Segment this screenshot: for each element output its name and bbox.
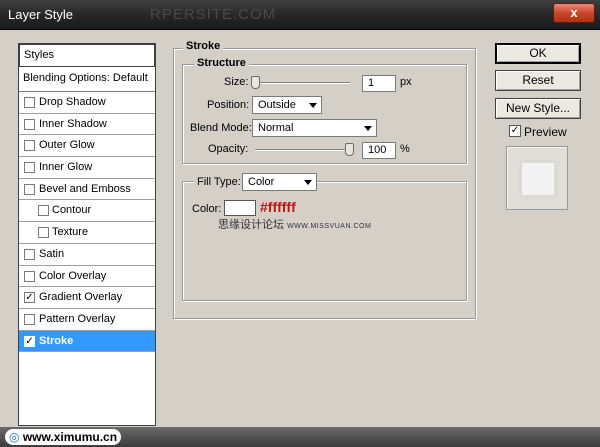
style-item-label: Pattern Overlay (39, 312, 116, 325)
title-bar: Layer Style RPERSITE.COM x (0, 0, 600, 30)
opacity-label: Opacity: (208, 143, 249, 155)
size-slider-thumb[interactable] (251, 76, 260, 89)
style-item-gradient-overlay[interactable]: ✓ Gradient Overlay (19, 287, 155, 309)
style-item-contour[interactable]: Contour (19, 200, 155, 223)
outer-glow-checkbox[interactable] (24, 140, 35, 152)
style-item-label: Stroke (39, 334, 74, 347)
blend-mode-select[interactable]: Normal (252, 119, 377, 137)
preview-label: Preview (524, 125, 567, 139)
forum-watermark-text: 思缘设计论坛 (218, 219, 284, 231)
size-label: Size: (224, 76, 249, 88)
preview-swatch (521, 162, 555, 196)
reset-button[interactable]: Reset (495, 70, 581, 91)
style-item-color-overlay[interactable]: Color Overlay (19, 266, 155, 288)
style-item-label: Drop Shadow (39, 96, 106, 108)
new-style-button[interactable]: New Style... (495, 98, 581, 119)
style-item-label: Satin (39, 247, 65, 260)
fill-type-value: Color (248, 176, 275, 188)
blending-options-item[interactable]: Blending Options: Default (19, 67, 155, 92)
style-item-drop-shadow[interactable]: Drop Shadow (19, 92, 155, 114)
opacity-slider-track[interactable] (255, 149, 350, 151)
window-title: Layer Style (8, 7, 74, 22)
styles-list: Styles Blending Options: Default Drop Sh… (18, 43, 156, 426)
chevron-down-icon (304, 180, 312, 185)
style-item-label: Texture (52, 226, 89, 239)
color-overlay-checkbox[interactable] (24, 270, 35, 282)
drop-shadow-checkbox[interactable] (24, 97, 35, 108)
gradient-overlay-checkbox[interactable]: ✓ (24, 292, 35, 304)
preview-thumbnail (506, 146, 568, 210)
opacity-unit: % (400, 143, 410, 155)
inner-glow-checkbox[interactable] (24, 162, 35, 174)
opacity-input[interactable]: 100 (362, 142, 396, 159)
style-item-label: Gradient Overlay (39, 291, 123, 304)
bevel-emboss-checkbox[interactable] (24, 183, 35, 195)
style-item-label: Contour (52, 204, 92, 217)
position-select[interactable]: Outside (252, 96, 322, 114)
style-item-label: Outer Glow (39, 139, 95, 152)
bottom-strip: ◎ www.ximumu.cn (0, 427, 600, 447)
size-unit: px (400, 76, 412, 88)
size-input[interactable]: 1 (362, 75, 396, 92)
color-annotation: #ffffff (260, 199, 296, 215)
opacity-slider-thumb[interactable] (345, 143, 354, 156)
size-slider-track[interactable] (255, 82, 350, 84)
stroke-group-title: Stroke (183, 40, 224, 52)
style-item-outer-glow[interactable]: Outer Glow (19, 135, 155, 158)
style-item-label: Inner Shadow (39, 117, 107, 130)
position-label: Position: (207, 99, 250, 111)
style-item-label: Inner Glow (39, 161, 93, 174)
stroke-checkbox[interactable]: ✓ (24, 335, 35, 347)
pattern-overlay-checkbox[interactable] (24, 313, 35, 325)
site-url: www.ximumu.cn (22, 430, 118, 444)
texture-checkbox[interactable] (38, 227, 49, 239)
style-item-bevel-emboss[interactable]: Bevel and Emboss (19, 179, 155, 201)
color-swatch[interactable] (224, 200, 256, 216)
contour-checkbox[interactable] (38, 205, 49, 217)
style-item-pattern-overlay[interactable]: Pattern Overlay (19, 309, 155, 331)
satin-checkbox[interactable] (24, 248, 35, 260)
styles-header[interactable]: Styles (19, 44, 155, 67)
preview-checkbox[interactable]: ✓ (509, 125, 521, 137)
forum-watermark: 思缘设计论坛 WWW.MISSVUAN.COM (218, 216, 371, 232)
style-item-stroke[interactable]: ✓ Stroke (19, 330, 155, 353)
blend-mode-value: Normal (258, 122, 294, 134)
close-button[interactable]: x (553, 3, 595, 23)
blend-mode-label: Blend Mode: (190, 122, 252, 134)
title-watermark: RPERSITE.COM (150, 6, 277, 23)
color-label: Color: (192, 203, 222, 215)
style-item-label: Color Overlay (39, 269, 107, 282)
ok-button[interactable]: OK (495, 43, 581, 64)
inner-shadow-checkbox[interactable] (24, 118, 35, 130)
site-logo: ◎ www.ximumu.cn (5, 429, 122, 445)
style-item-inner-glow[interactable]: Inner Glow (19, 157, 155, 179)
position-value: Outside (258, 99, 296, 111)
fill-group (182, 181, 467, 301)
style-item-inner-shadow[interactable]: Inner Shadow (19, 114, 155, 136)
fill-type-label: Fill Type: (194, 176, 244, 188)
forum-watermark-url: WWW.MISSVUAN.COM (287, 223, 372, 230)
style-item-label: Bevel and Emboss (39, 182, 131, 195)
style-item-satin[interactable]: Satin (19, 244, 155, 266)
chevron-down-icon (364, 126, 372, 131)
structure-group-title: Structure (194, 57, 249, 69)
chevron-down-icon (309, 103, 317, 108)
fill-type-select[interactable]: Color (242, 173, 317, 191)
style-item-texture[interactable]: Texture (19, 222, 155, 244)
globe-icon: ◎ (9, 430, 20, 444)
